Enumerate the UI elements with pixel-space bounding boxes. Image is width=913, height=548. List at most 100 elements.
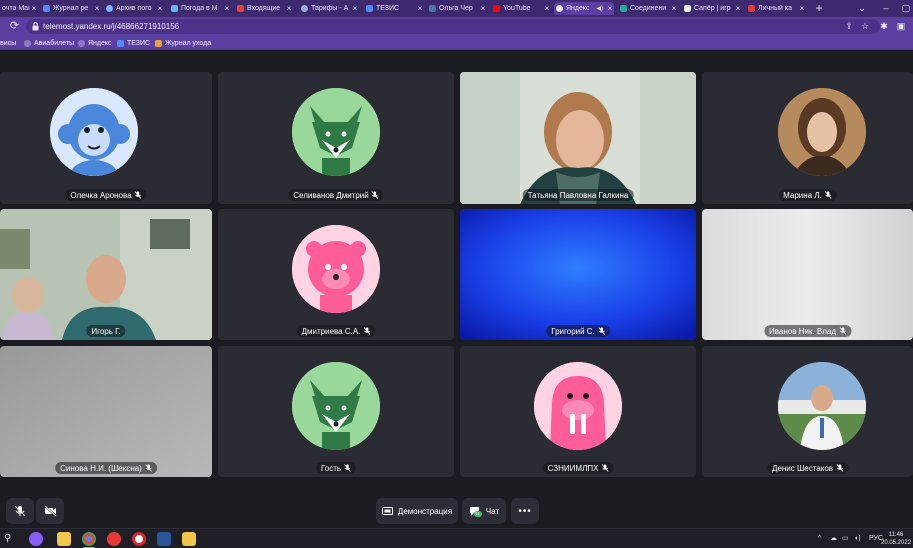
browser-tab[interactable]: очта Mail × — [0, 2, 38, 15]
participant-name: Марина Л. — [778, 189, 837, 201]
close-icon[interactable]: × — [285, 4, 293, 13]
browser-tab[interactable]: Тарифы - А × — [299, 2, 359, 15]
close-icon[interactable]: × — [798, 4, 806, 13]
sidepanel-icon[interactable]: ▣ — [895, 20, 907, 33]
bookmark-item[interactable]: висы — [0, 37, 16, 49]
tab-search-icon[interactable]: ⌄ — [856, 1, 868, 15]
fox-avatar-icon — [292, 362, 380, 450]
browser-tab[interactable]: Личный ка × — [746, 2, 806, 15]
paint-icon[interactable] — [182, 532, 196, 546]
reload-icon[interactable]: ⟳ — [8, 20, 21, 33]
extensions-icon[interactable]: ✱ — [878, 20, 890, 33]
close-icon[interactable]: × — [416, 4, 424, 13]
bookmark-item[interactable]: Авиабилеты — [24, 37, 74, 49]
close-icon[interactable]: × — [670, 4, 678, 13]
browser-tab[interactable]: Погода в М × — [169, 2, 231, 15]
address-bar[interactable]: telemost.yandex.ru/j/46866271910156 ⇪ ☆ — [26, 19, 880, 34]
participant-tile[interactable]: Дмитриева С.А. — [218, 209, 454, 340]
minimize-icon[interactable]: – — [880, 1, 892, 15]
close-icon[interactable]: × — [351, 4, 359, 13]
browser-tab[interactable]: Ольга Чер × — [427, 2, 487, 15]
share-icon[interactable]: ⇪ — [844, 21, 854, 32]
tab-title: Тарифы - А — [311, 5, 349, 12]
participant-tile[interactable]: Синова Н.И. (Шексна) — [0, 346, 212, 477]
participant-name: Иванов Ник. Влад — [763, 325, 852, 337]
participant-name: Гость — [315, 462, 357, 474]
screen-share-label: Демонстрация — [397, 506, 453, 516]
close-icon[interactable]: × — [543, 4, 551, 13]
maximize-icon[interactable]: ▢ — [900, 1, 912, 15]
bookmark-item[interactable]: Журнал ухода — [155, 37, 211, 49]
bookmark-item[interactable]: Яндекс — [78, 37, 112, 49]
participant-tile[interactable]: Иванов Ник. Влад — [702, 209, 913, 340]
camera-off-button[interactable] — [36, 498, 64, 524]
participant-tile[interactable]: Марина Л. — [702, 72, 913, 204]
system-clock[interactable]: 11:46 20.05.2022 — [881, 531, 911, 547]
participant-tile[interactable]: Игорь Г. — [0, 209, 212, 340]
more-options-button[interactable]: ••• — [511, 498, 539, 524]
speaker-icon[interactable]: ◀) — [596, 5, 603, 12]
bookmarks-bar: висы Авиабилеты Яндекс ТЕЗИС Журнал уход… — [0, 36, 913, 50]
close-icon[interactable]: × — [734, 4, 742, 13]
star-icon[interactable]: ☆ — [860, 21, 870, 32]
windows-taskbar: ⚲ ^ ☁ ▭ ◖) РУС 11:46 20.05.2022 — [0, 528, 913, 548]
browser-tab[interactable]: YouTube × — [491, 2, 551, 15]
participant-name-text: Олечка Аронова — [70, 190, 132, 200]
monkey-avatar-icon — [50, 88, 138, 176]
close-icon[interactable]: × — [606, 4, 614, 13]
tab-title: Входящие — [247, 5, 281, 12]
alice-app-icon[interactable] — [29, 532, 43, 546]
tab-title: Личный ка — [758, 5, 793, 12]
chevron-up-icon[interactable]: ^ — [818, 532, 821, 546]
close-icon[interactable]: × — [479, 4, 487, 13]
participant-tile-speaking[interactable]: Татьяна Павловна Галкина — [460, 72, 696, 204]
participant-tile[interactable]: Олечка Аронова — [0, 72, 212, 204]
tab-title: YouTube — [503, 5, 531, 12]
participant-name: Дмитриева С.А. — [296, 325, 376, 337]
browser-tab[interactable]: ТЕЗИС × — [364, 2, 424, 15]
connection-icon — [620, 5, 627, 12]
participant-tile[interactable]: Гость — [218, 346, 454, 477]
new-tab-button[interactable]: + — [813, 1, 825, 15]
chrome-icon[interactable] — [82, 532, 96, 546]
search-icon[interactable]: ⚲ — [4, 532, 11, 546]
bookmark-label: висы — [0, 39, 17, 47]
mic-off-icon — [601, 464, 609, 472]
cloud-icon[interactable]: ☁ — [830, 532, 837, 546]
participant-video — [460, 209, 696, 340]
participant-tile[interactable]: Григорий С. — [460, 209, 696, 340]
fox-avatar-icon — [292, 88, 380, 176]
browser-tab[interactable]: Соединени × — [618, 2, 678, 15]
opera-icon[interactable] — [132, 532, 146, 546]
chat-button[interactable]: 11 Чат — [462, 498, 506, 524]
word-icon[interactable] — [157, 532, 171, 546]
bookmark-item[interactable]: ТЕЗИС — [117, 37, 150, 49]
participant-tile[interactable]: Денис Шестаков — [702, 346, 913, 477]
mute-mic-button[interactable] — [6, 498, 34, 524]
grid-icon — [43, 5, 50, 12]
browser-tab[interactable]: Входящие × — [235, 2, 293, 15]
browser-tab[interactable]: Сапёр | игр × — [682, 2, 742, 15]
browser-tab-active[interactable]: Яндекс ◀) × — [554, 2, 614, 15]
close-icon[interactable]: × — [30, 4, 38, 13]
mic-off-icon — [825, 191, 832, 199]
volume-icon[interactable]: ◖) — [854, 532, 861, 546]
yandex-browser-icon[interactable] — [107, 532, 121, 546]
participant-tile[interactable]: СЗНИИМЛПХ — [460, 346, 696, 477]
close-icon[interactable]: × — [223, 4, 231, 13]
screen-share-button[interactable]: Демонстрация — [376, 498, 458, 524]
folder-icon[interactable] — [57, 532, 71, 546]
bookmark-label: ТЕЗИС — [127, 39, 151, 47]
browser-tab[interactable]: Журнал ре × — [41, 2, 101, 15]
participant-tile[interactable]: Селиванов Дмитрий — [218, 72, 454, 204]
network-icon[interactable]: ▭ — [842, 532, 849, 546]
close-icon[interactable]: × — [93, 4, 101, 13]
screen: очта Mail × Журнал ре × Архив пого × Пог… — [0, 0, 913, 548]
tab-title: Сапёр | игр — [694, 5, 731, 12]
participant-name-text: Денис Шестаков — [771, 463, 834, 473]
tezis-icon — [366, 5, 373, 12]
bookmark-label: Авиабилеты — [34, 39, 75, 47]
participant-name: Олечка Аронова — [65, 189, 147, 201]
close-icon[interactable]: × — [156, 4, 164, 13]
browser-tab[interactable]: Архив пого × — [104, 2, 164, 15]
